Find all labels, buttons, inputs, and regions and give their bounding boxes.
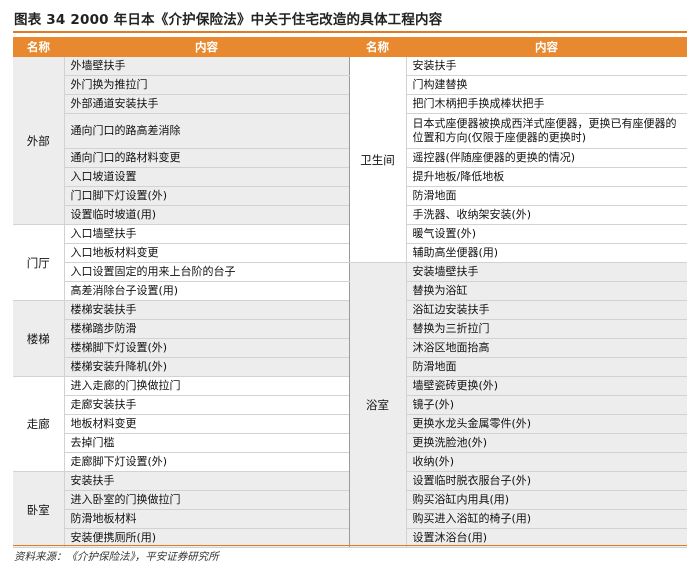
cell-left: 进入走廊的门换做拉门 [63,376,349,396]
cell-left: 楼梯踏步防滑 [63,319,349,339]
renovation-table: 名称 内容 名称 内容 外部 外墙壁扶手 卫生间 安装扶手 外门换为推拉门 门构… [13,37,687,548]
page: 图表 34 2000 年日本《介护保险法》中关于住宅改造的具体工程内容 名称 内… [0,0,700,580]
cell-right: 墙壁瓷砖更换(外) [405,376,687,396]
cell-right: 防滑地面 [405,186,687,206]
cell-left: 入口地板材料变更 [63,243,349,263]
cell-right: 提升地板/降低地板 [405,167,687,187]
cell-right: 更换水龙头金属零件(外) [405,414,687,434]
cell-left: 门口脚下灯设置(外) [63,186,349,206]
cell-right: 门构建替换 [405,75,687,95]
category-exterior: 外部 [13,57,64,225]
cell-right: 设置临时脱衣服台子(外) [405,471,687,491]
cell-left: 高差消除台子设置(用) [63,281,349,301]
category-bathroom: 浴室 [348,262,406,548]
cell-right: 安装扶手 [405,57,687,76]
cell-left: 入口墙壁扶手 [63,224,349,244]
cell-right: 防滑地面 [405,357,687,377]
cell-left: 外门换为推拉门 [63,75,349,95]
cell-left: 通向门口的路材料变更 [63,148,349,168]
cell-left: 楼梯安装升降机(外) [63,357,349,377]
cell-left: 楼梯安装扶手 [63,300,349,320]
cell-left: 走廊安装扶手 [63,395,349,415]
source-note: 资料来源：《介护保险法》，平安证券研究所 [14,551,219,563]
category-entrance: 门厅 [13,224,64,301]
cell-left: 外墙壁扶手 [63,57,349,76]
cell-right: 收纳(外) [405,452,687,472]
header-content-left: 内容 [64,37,349,57]
header-content-right: 内容 [406,37,687,57]
figure-title: 图表 34 2000 年日本《介护保险法》中关于住宅改造的具体工程内容 [14,12,443,28]
cell-left: 安装扶手 [63,471,349,491]
cell-left: 设置临时坡道(用) [63,205,349,225]
cell-right: 遥控器(伴随座便器的更换的情况) [405,148,687,168]
cell-left: 楼梯脚下灯设置(外) [63,338,349,358]
cell-right: 替换为三折拉门 [405,319,687,339]
category-corridor: 走廊 [13,376,64,472]
cell-left: 走廊脚下灯设置(外) [63,452,349,472]
cell-right: 安装墙壁扶手 [405,262,687,282]
cell-right: 日本式座便器被换成西洋式座便器，更换已有座便器的位置和方向(仅限于座便器的更换时… [405,113,687,149]
category-toilet: 卫生间 [348,57,406,263]
cell-right: 辅助高坐便器(用) [405,243,687,263]
cell-left: 通向门口的路高差消除 [63,113,349,149]
cell-right: 更换洗脸池(外) [405,433,687,453]
cell-left: 入口坡道设置 [63,167,349,187]
category-bedroom: 卧室 [13,471,64,548]
cell-right: 把门木柄把手换成棒状把手 [405,94,687,114]
table-header-row: 名称 内容 名称 内容 [13,37,687,57]
cell-left: 入口设置固定的用来上台阶的台子 [63,262,349,282]
category-stairs: 楼梯 [13,300,64,377]
cell-right: 手洗器、收纳架安装(外) [405,205,687,225]
cell-left: 进入卧室的门换做拉门 [63,490,349,510]
table-row: 外部 外墙壁扶手 卫生间 安装扶手 [13,57,687,263]
cell-right: 浴缸边安装扶手 [405,300,687,320]
header-name-right: 名称 [349,37,406,57]
title-divider [13,31,687,33]
cell-left: 地板材料变更 [63,414,349,434]
cell-left: 防滑地板材料 [63,509,349,529]
cell-right: 替换为浴缸 [405,281,687,301]
cell-right: 购买进入浴缸的椅子(用) [405,509,687,529]
cell-right: 镜子(外) [405,395,687,415]
cell-right: 沐浴区地面抬高 [405,338,687,358]
header-name-left: 名称 [13,37,64,57]
source-divider [13,545,687,546]
cell-left: 去掉门槛 [63,433,349,453]
cell-right: 购买浴缸内用具(用) [405,490,687,510]
table-row: 入口设置固定的用来上台阶的台子 浴室 安装墙壁扶手 [13,262,687,548]
cell-right: 暖气设置(外) [405,224,687,244]
cell-left: 外部通道安装扶手 [63,94,349,114]
